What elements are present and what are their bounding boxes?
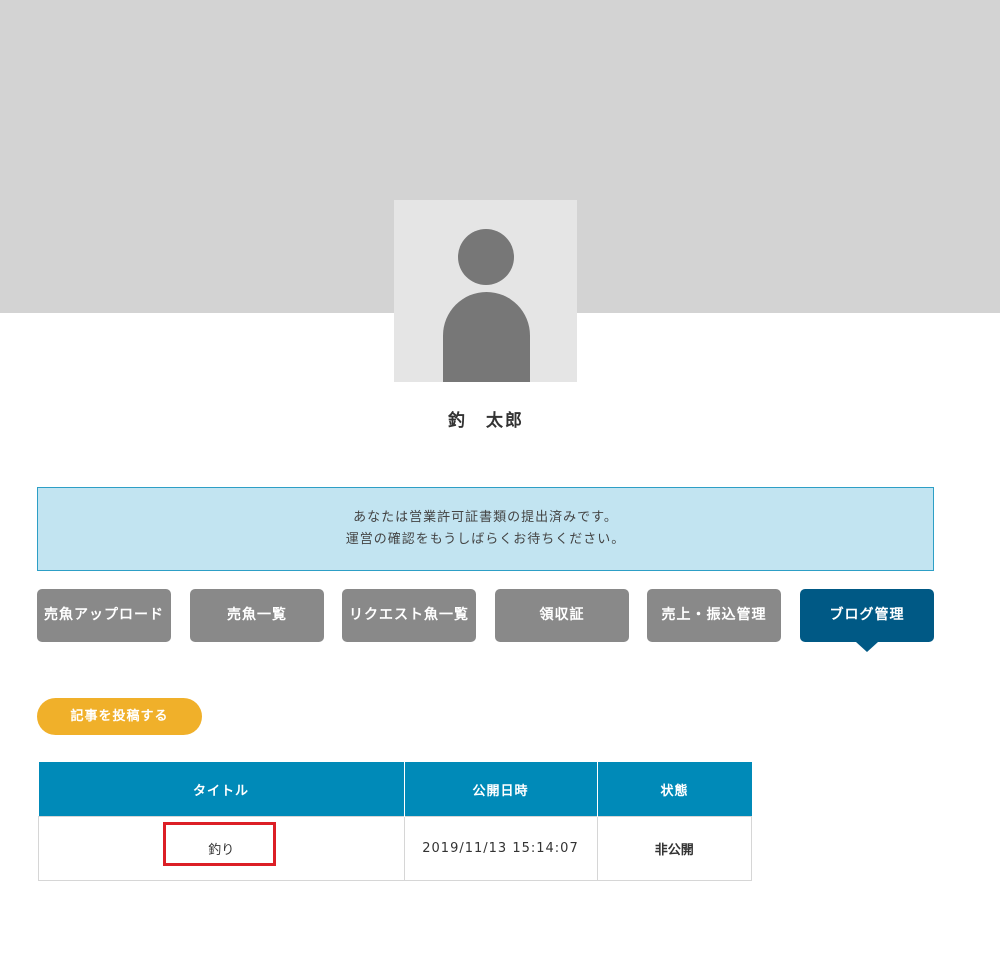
column-header-status: 状態	[597, 762, 752, 817]
nav-button-sales-transfer[interactable]: 売上・振込管理	[647, 589, 781, 642]
nav-button-blog-management[interactable]: ブログ管理	[800, 589, 934, 652]
nav-button-request-fish-list[interactable]: リクエスト魚一覧	[342, 589, 476, 642]
cell-published-at: 2019/11/13 15:14:07	[403, 816, 598, 881]
column-header-title: タイトル	[38, 762, 405, 817]
notice-line-1: あなたは営業許可証書類の提出済みです。	[353, 510, 618, 525]
post-article-button[interactable]: 記事を投稿する	[37, 698, 202, 735]
user-silhouette-body	[443, 292, 530, 382]
table-row: 釣り 2019/11/13 15:14:07 非公開	[38, 816, 752, 881]
user-name: 釣 太郎	[448, 411, 524, 431]
nav-button-receipt[interactable]: 領収証	[495, 589, 629, 642]
user-silhouette-icon	[458, 229, 514, 285]
notice-banner: あなたは営業許可証書類の提出済みです。 運営の確認をもうしばらくお待ちください。	[37, 487, 934, 571]
cell-status: 非公開	[596, 816, 752, 881]
blog-table: タイトル 公開日時 状態 釣り 2019/11/13 15:14:07 非公開	[38, 762, 752, 881]
article-title-link[interactable]: 釣り	[208, 839, 234, 858]
avatar	[394, 200, 577, 382]
notice-line-2: 運営の確認をもうしばらくお待ちください。	[345, 532, 626, 547]
nav-button-upload-fish[interactable]: 売魚アップロード	[37, 589, 171, 642]
table-header-row: タイトル 公開日時 状態	[38, 762, 752, 817]
nav-button-fish-list[interactable]: 売魚一覧	[190, 589, 324, 642]
column-header-published: 公開日時	[404, 762, 598, 817]
cell-title: 釣り	[38, 816, 405, 881]
